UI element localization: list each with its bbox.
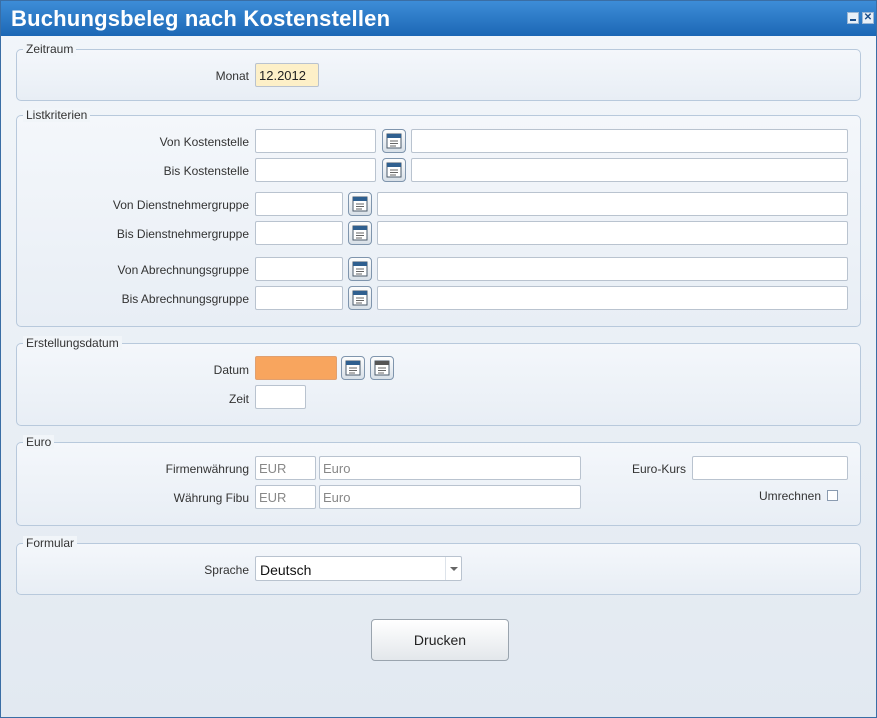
datum-label: Datum xyxy=(213,363,249,377)
bis-kostenstelle-label: Bis Kostenstelle xyxy=(163,164,249,178)
von-dienstnehmergruppe-input[interactable] xyxy=(255,192,343,216)
window-title: Buchungsbeleg nach Kostenstellen xyxy=(11,6,391,31)
calendar-list-icon xyxy=(352,196,368,212)
formular-legend: Formular xyxy=(23,536,78,550)
title-bar[interactable]: Buchungsbeleg nach Kostenstellen ✕ xyxy=(1,1,876,36)
list-icon xyxy=(374,360,390,376)
sprache-select-value: Deutsch xyxy=(260,562,312,578)
bis-abrechnungsgruppe-input[interactable] xyxy=(255,286,343,310)
minimize-button[interactable] xyxy=(847,12,859,24)
von-dienstnehmergruppe-label: Von Dienstnehmergruppe xyxy=(112,198,249,212)
zeit-label: Zeit xyxy=(228,392,249,406)
calendar-list-icon xyxy=(352,225,368,241)
bis-abrechnungsgruppe-label: Bis Abrechnungsgruppe xyxy=(121,292,249,306)
calendar-list-icon xyxy=(386,162,402,178)
close-button[interactable]: ✕ xyxy=(862,12,874,24)
euro-kurs-input[interactable] xyxy=(692,456,848,480)
bis-dienstnehmergruppe-lookup-button[interactable] xyxy=(348,221,372,245)
sprache-label: Sprache xyxy=(204,563,249,577)
bis-kostenstelle-input[interactable] xyxy=(255,158,376,182)
von-kostenstelle-description[interactable] xyxy=(411,129,848,153)
dialog-window: Buchungsbeleg nach Kostenstellen ✕ Zeitr… xyxy=(0,0,877,718)
bis-abrechnungsgruppe-description[interactable] xyxy=(377,286,848,310)
calendar-list-icon xyxy=(352,261,368,277)
von-abrechnungsgruppe-description[interactable] xyxy=(377,257,848,281)
von-kostenstelle-input[interactable] xyxy=(255,129,376,153)
bis-kostenstelle-description[interactable] xyxy=(411,158,848,182)
calendar-icon xyxy=(345,360,361,376)
bis-dienstnehmergruppe-input[interactable] xyxy=(255,221,343,245)
monat-label: Monat xyxy=(215,69,249,83)
datum-calendar-button[interactable] xyxy=(341,356,365,380)
firmenwaehrung-code-input[interactable] xyxy=(255,456,316,480)
listkriterien-group: Listkriterien Von Kostenstelle Bis Koste… xyxy=(16,108,861,327)
waehrung-fibu-name-input[interactable] xyxy=(319,485,581,509)
erstellungsdatum-legend: Erstellungsdatum xyxy=(23,336,122,350)
bis-dienstnehmergruppe-description[interactable] xyxy=(377,221,848,245)
sprache-select[interactable]: Deutsch xyxy=(255,556,462,581)
von-dienstnehmergruppe-lookup-button[interactable] xyxy=(348,192,372,216)
monat-input[interactable] xyxy=(255,63,319,87)
chevron-down-icon[interactable] xyxy=(445,557,461,580)
erstellungsdatum-group: Erstellungsdatum Datum Zeit xyxy=(16,336,861,426)
umrechnen-label: Umrechnen xyxy=(758,489,821,503)
von-abrechnungsgruppe-label: Von Abrechnungsgruppe xyxy=(117,263,249,277)
von-kostenstelle-label: Von Kostenstelle xyxy=(159,135,249,149)
calendar-list-icon xyxy=(352,290,368,306)
drucken-button[interactable]: Drucken xyxy=(371,619,509,661)
umrechnen-checkbox[interactable] xyxy=(827,490,838,501)
euro-kurs-label: Euro-Kurs xyxy=(631,462,686,476)
waehrung-fibu-label: Währung Fibu xyxy=(173,491,249,505)
zeitraum-legend: Zeitraum xyxy=(23,42,77,56)
euro-group: Euro Firmenwährung Euro-Kurs Währung Fib… xyxy=(16,435,861,526)
bis-kostenstelle-lookup-button[interactable] xyxy=(382,158,406,182)
von-abrechnungsgruppe-lookup-button[interactable] xyxy=(348,257,372,281)
von-kostenstelle-lookup-button[interactable] xyxy=(382,129,406,153)
calendar-list-icon xyxy=(386,133,402,149)
firmenwaehrung-label: Firmenwährung xyxy=(165,462,249,476)
listkriterien-legend: Listkriterien xyxy=(23,108,91,122)
datum-list-button[interactable] xyxy=(370,356,394,380)
zeitraum-group: Zeitraum Monat xyxy=(16,42,861,101)
von-dienstnehmergruppe-description[interactable] xyxy=(377,192,848,216)
formular-group: Formular Sprache Deutsch xyxy=(16,536,861,595)
waehrung-fibu-code-input[interactable] xyxy=(255,485,316,509)
euro-legend: Euro xyxy=(23,435,55,449)
zeit-input[interactable] xyxy=(255,385,306,409)
von-abrechnungsgruppe-input[interactable] xyxy=(255,257,343,281)
datum-input[interactable] xyxy=(255,356,337,380)
bis-abrechnungsgruppe-lookup-button[interactable] xyxy=(348,286,372,310)
bis-dienstnehmergruppe-label: Bis Dienstnehmergruppe xyxy=(116,227,249,241)
